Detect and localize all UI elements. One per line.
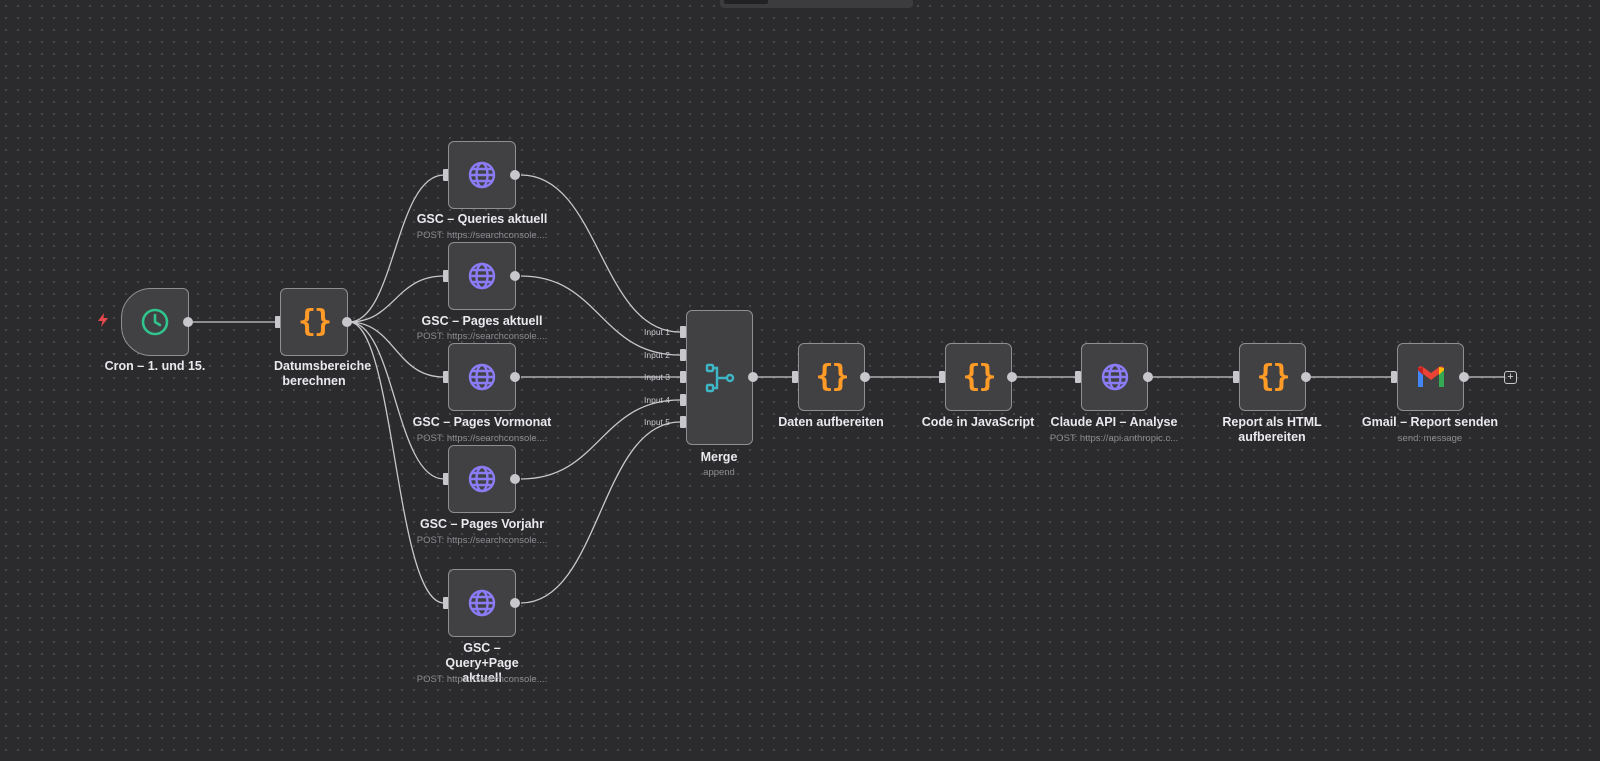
node-claude-subtitle: POST: https://api.anthropic.c... [1049,433,1179,444]
merge-input-1-label: Input 1 [644,327,670,337]
daten-output-handle[interactable] [860,372,870,382]
node-gsc-query-page-aktuell[interactable] [448,569,516,637]
node-merge[interactable] [686,310,753,445]
node-gsc-pages-aktuell[interactable] [448,242,516,310]
node-merge-subtitle: append [703,467,735,478]
code-output-handle[interactable] [1007,372,1017,382]
workflow-canvas[interactable]: Cron – 1. und 15. {} Datumsbereiche bere… [0,0,1600,761]
trigger-bolt-icon [98,313,108,327]
claude-output-handle[interactable] [1143,372,1153,382]
node-gsc-vorjahr-label: GSC – Pages Vorjahr [419,517,545,531]
merge-icon [704,362,736,394]
node-claude-label: Claude API – Analyse [1050,415,1178,429]
merge-input-5-label: Input 5 [644,417,670,427]
datum-output-handle[interactable] [342,317,352,327]
node-claude-api[interactable] [1081,343,1148,411]
node-gmail-subtitle: send: message [1397,433,1463,444]
globe-icon [467,464,497,494]
node-gsc-queries-subtitle: POST: https://searchconsole.... [416,230,548,241]
gsc-queries-output-handle[interactable] [510,170,520,180]
gsc-vorjahr-output-handle[interactable] [510,474,520,484]
cron-output-handle[interactable] [183,317,193,327]
node-daten-label: Daten aufbereiten [778,415,884,429]
globe-icon [467,362,497,392]
node-gsc-queries-aktuell[interactable] [448,141,516,209]
merge-input-2-label: Input 2 [644,350,670,360]
node-gsc-pages-vorjahr[interactable] [448,445,516,513]
gsc-pages-output-handle[interactable] [510,271,520,281]
merge-input-4-label: Input 4 [644,395,670,405]
gmail-output-handle[interactable] [1459,372,1469,382]
merge-output-handle[interactable] [748,372,758,382]
node-datumsbereiche[interactable]: {} [280,288,348,356]
node-gsc-queries-label: GSC – Queries aktuell [416,212,548,226]
node-datumsbereiche-label: Datumsbereiche berechnen [274,359,372,388]
node-gsc-vormonat-subtitle: POST: https://searchconsole.... [416,433,548,444]
globe-icon [1100,362,1130,392]
node-gsc-pages-label: GSC – Pages aktuell [421,314,543,328]
node-report-als-html[interactable]: {} [1239,343,1306,411]
node-gsc-pages-subtitle: POST: https://searchconsole.... [416,331,548,342]
node-cron[interactable] [121,288,189,356]
node-gmail[interactable] [1397,343,1464,411]
gsc-vormonat-output-handle[interactable] [510,372,520,382]
globe-icon [467,160,497,190]
globe-icon [467,588,497,618]
globe-icon [467,261,497,291]
braces-icon: {} [297,304,332,339]
merge-input-3-label: Input 3 [644,372,670,382]
braces-icon: {} [1256,359,1290,394]
gmail-icon [1416,365,1446,389]
braces-icon: {} [815,359,849,394]
edge-datum-to-gsc-queries [348,174,445,323]
braces-icon: {} [962,359,996,394]
node-report-label: Report als HTML aufbereiten [1222,415,1322,444]
clock-icon [140,307,170,337]
report-output-handle[interactable] [1301,372,1311,382]
node-cron-label: Cron – 1. und 15. [104,359,206,373]
edge-datum-to-gsc-vorjahr [348,321,445,480]
node-daten-aufbereiten[interactable]: {} [798,343,865,411]
node-gsc-pages-vormonat[interactable] [448,343,516,411]
node-gsc-vorjahr-subtitle: POST: https://searchconsole.... [416,535,548,546]
gsc-query-page-output-handle[interactable] [510,598,520,608]
node-gsc-vormonat-label: GSC – Pages Vormonat [412,415,552,429]
add-node-button[interactable]: + [1504,371,1517,384]
node-gsc-query-page-subtitle: POST: https://searchconsole.... [416,674,548,685]
node-merge-label: Merge [700,450,738,464]
edge-gsc-queries-to-merge-1 [520,174,681,333]
node-code-in-javascript[interactable]: {} [945,343,1012,411]
node-gmail-label: Gmail – Report senden [1361,415,1499,429]
